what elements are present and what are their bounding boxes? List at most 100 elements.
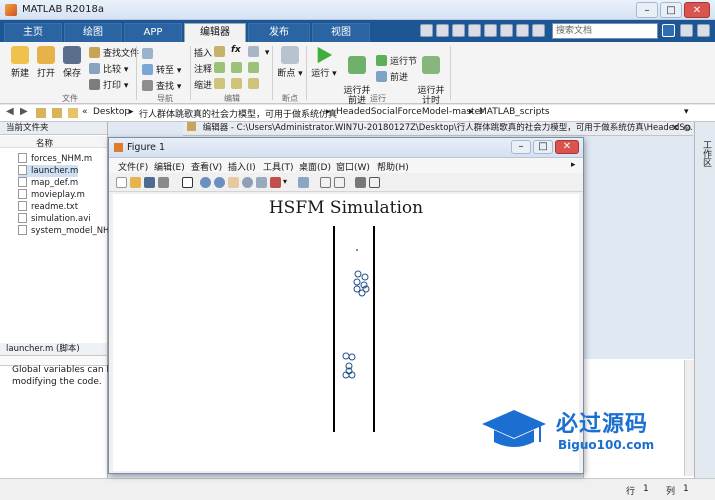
advance-button[interactable]: 前进 [376,70,408,83]
nav-arrows-button[interactable] [142,48,156,60]
menu-file[interactable]: 文件(F) [118,160,148,173]
indent-button[interactable]: 缩进 [194,78,212,91]
save-button[interactable]: 保存 [58,46,86,79]
paste-quick-icon[interactable] [468,24,481,37]
colorbar-icon[interactable] [320,177,331,188]
legend-icon[interactable] [334,177,345,188]
data-cursor-icon[interactable] [256,177,267,188]
file-item[interactable]: system_model_NHM [18,225,117,237]
up-folder-icon[interactable] [36,108,46,118]
name-column-header[interactable]: 名称 [36,137,53,149]
file-item[interactable]: simulation.avi [18,213,91,225]
undo-quick-icon[interactable] [484,24,497,37]
find-button[interactable]: 查找 ▾ [142,79,181,92]
address-dropdown-icon[interactable]: ▾ [684,107,689,117]
print-figure-icon[interactable] [158,177,169,188]
menu-tools[interactable]: 工具(T) [263,160,294,173]
run-section-button[interactable]: 运行节 [376,54,417,67]
percent-icon[interactable] [214,62,228,74]
scrollbar[interactable] [684,360,694,476]
brush-icon[interactable] [270,177,281,188]
switch-windows-icon[interactable] [516,24,529,37]
figure-title: Figure 1 [127,142,166,153]
insert-menu-icon[interactable]: ▾ [248,46,269,58]
file-item[interactable]: forces_NHM.m [18,153,92,165]
tab-apps[interactable]: APP [124,23,182,42]
copy-quick-icon[interactable] [452,24,465,37]
open-file-icon[interactable] [130,177,141,188]
zoom-in-icon[interactable] [200,177,211,188]
file-item-selected[interactable]: launcher.m [18,165,79,177]
figure-close-button[interactable]: ✕ [555,140,579,154]
tab-editor[interactable]: 编辑器 [184,23,246,42]
insert-section-icon[interactable] [214,46,228,58]
breadcrumb-model[interactable]: HeadedSocialForceModel-master [336,107,484,117]
smart-indent-icon[interactable] [248,78,262,90]
find-files-button[interactable]: 查找文件 [89,46,139,59]
cut-quick-icon[interactable] [436,24,449,37]
tab-view[interactable]: 视图 [312,23,370,42]
menu-overflow-icon[interactable]: ▸ [571,160,576,170]
new-button[interactable]: 新建 [6,46,34,79]
show-plot-tools-icon[interactable] [369,177,380,188]
uncomment-icon[interactable] [248,62,262,74]
minimize-button[interactable]: – [636,2,658,18]
brush-dropdown-icon[interactable]: ▾ [283,177,287,186]
tab-plots[interactable]: 绘图 [64,23,122,42]
figure-minimize-button[interactable]: – [511,140,531,154]
indent-right-icon[interactable] [231,78,245,90]
folder-icon [68,108,78,118]
run-button[interactable]: 运行 ▾ [310,46,338,79]
workspace-strip[interactable]: 工作区 [694,122,715,478]
menu-desktop[interactable]: 桌面(D) [299,160,331,173]
rotate-icon[interactable] [242,177,253,188]
insert-button[interactable]: 插入 [194,46,212,59]
file-item[interactable]: map_def.m [18,177,78,189]
target-point [356,249,358,251]
close-button[interactable]: ✕ [684,2,710,18]
maximize-button[interactable]: □ [660,2,682,18]
breakpoints-button[interactable]: 断点 ▾ [276,46,304,79]
zoom-out-icon[interactable] [214,177,225,188]
menu-insert[interactable]: 插入(I) [228,160,256,173]
pan-hand-icon[interactable] [228,177,239,188]
figure-maximize-button[interactable]: □ [533,140,553,154]
new-figure-icon[interactable] [116,177,127,188]
breadcrumb-desktop[interactable]: Desktop [93,107,130,117]
menu-window[interactable]: 窗口(W) [336,160,370,173]
indent-left-icon[interactable] [214,78,228,90]
comment-button[interactable]: 注释 [194,62,212,75]
fx-button[interactable]: fx [231,45,241,55]
menu-help[interactable]: 帮助(H) [377,160,409,173]
print-button[interactable]: 打印 ▾ [89,78,128,91]
file-item[interactable]: movieplay.m [18,189,85,201]
ribbon-collapse-icon[interactable] [697,24,710,37]
open-button[interactable]: 打开 [32,46,60,79]
save-quick-icon[interactable] [420,24,433,37]
comment-toggle-icon[interactable] [231,62,245,74]
breadcrumb-scripts[interactable]: MATLAB_scripts [479,107,550,117]
search-icon[interactable] [662,24,675,37]
save-figure-icon[interactable] [144,177,155,188]
hide-plot-tools-icon[interactable] [355,177,366,188]
help-quick-icon[interactable] [532,24,545,37]
tab-home[interactable]: 主页 [4,23,62,42]
breadcrumb-project[interactable]: 行人群体跳歌真的社会力模型，可用于做系统仿真 [139,107,337,120]
tab-publish[interactable]: 发布 [248,23,310,42]
redo-quick-icon[interactable] [500,24,513,37]
goto-button[interactable]: 转至 ▾ [142,63,181,76]
pointer-icon[interactable] [182,177,193,188]
notification-icon[interactable] [680,24,693,37]
compare-button[interactable]: 比较 ▾ [89,62,128,75]
editor-close-icon[interactable]: ✕ [671,123,679,134]
menu-view[interactable]: 查看(V) [191,160,222,173]
browse-folder-icon[interactable] [52,108,62,118]
search-input[interactable]: 搜索文档 [552,23,658,39]
link-plot-icon[interactable] [298,177,309,188]
menu-edit[interactable]: 编辑(E) [154,160,185,173]
back-icon[interactable]: ◀ [6,106,14,117]
breadcrumb-overflow[interactable]: « [82,107,88,117]
forward-icon[interactable]: ▶ [20,106,28,117]
editor-options-icon[interactable]: ⊙ [683,123,691,134]
file-item[interactable]: readme.txt [18,201,78,213]
